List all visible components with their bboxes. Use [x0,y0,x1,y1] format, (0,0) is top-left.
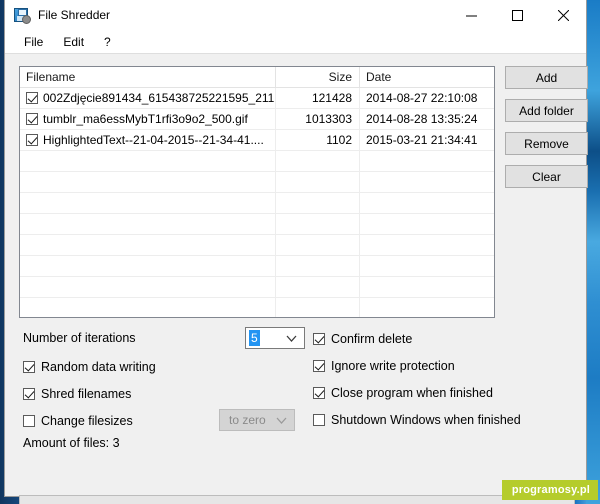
checkbox-icon [23,387,35,400]
cell-date: 2015-03-21 21:34:41 [366,132,478,147]
clear-button[interactable]: Clear [505,165,588,188]
menu-item-edit[interactable]: Edit [54,33,93,51]
checkbox-icon [313,386,325,399]
checkbox-change-filesizes[interactable]: Change filesizes to zero [23,409,295,432]
checkbox-icon[interactable] [26,134,38,146]
table-row[interactable]: HighlightedText--21-04-2015--21-34-41...… [20,129,494,151]
menu-item-file[interactable]: File [15,33,52,51]
column-header-size[interactable]: Size [276,67,360,87]
iterations-combobox[interactable]: 5 [245,327,305,349]
checkbox-icon[interactable] [26,113,38,125]
table-row-empty[interactable] [20,297,494,317]
watermark-badge: programosy.pl [501,480,598,500]
cell-size: 121428 [276,87,360,109]
checkbox-close-program-when-finished[interactable]: Close program when finished [313,381,543,404]
checkbox-label: Confirm delete [331,331,413,346]
checkbox-label: Ignore write protection [331,358,455,373]
cell-date: 2014-08-27 22:10:08 [366,90,478,105]
close-icon[interactable] [540,0,586,30]
cell-size: 1013303 [276,108,360,130]
window-title: File Shredder [38,8,111,22]
checkbox-shutdown-windows-when-finished[interactable]: Shutdown Windows when finished [313,408,543,431]
file-list-header: Filename Size Date [20,67,494,88]
checkbox-icon [313,359,325,372]
file-shredder-window: File Shredder File Edit ? Filename Size … [4,0,588,504]
filename-text: 002Zdjęcie891434_615438725221595_211... [43,90,276,105]
cell-date: 2014-08-28 13:35:24 [366,111,478,126]
cell-filename[interactable]: 002Zdjęcie891434_615438725221595_211... [20,87,276,109]
cell-filename[interactable]: HighlightedText--21-04-2015--21-34-41...… [20,129,276,151]
table-row[interactable]: tumblr_ma6essMybT1rfi3o9o2_500.gif 101330… [20,108,494,130]
cell-filename[interactable]: tumblr_ma6essMybT1rfi3o9o2_500.gif [20,108,276,130]
table-row[interactable]: 002Zdjęcie891434_615438725221595_211... 1… [20,87,494,109]
checkbox-icon [23,414,35,427]
checkbox-confirm-delete[interactable]: Confirm delete [313,327,543,350]
checkbox-ignore-write-protection[interactable]: Ignore write protection [313,354,543,377]
client-area: Filename Size Date 002Zdjęcie891434_6154… [5,54,588,504]
file-list[interactable]: Filename Size Date 002Zdjęcie891434_6154… [19,66,495,318]
side-button-group: Add Add folder Remove Clear [505,66,588,198]
add-folder-button[interactable]: Add folder [505,99,588,122]
table-row-empty[interactable] [20,255,494,277]
filename-text: HighlightedText--21-04-2015--21-34-41...… [43,132,264,147]
checkbox-icon[interactable] [26,92,38,104]
floppy-gear-icon [14,7,31,24]
checkbox-shred-filenames[interactable]: Shred filenames [23,382,293,405]
iterations-value: 5 [249,330,260,346]
chevron-down-icon [286,332,297,346]
table-row-empty[interactable] [20,213,494,235]
iterations-label: Number of iterations [23,331,136,345]
minimize-icon[interactable] [448,0,494,30]
checkbox-label: Close program when finished [331,385,493,400]
checkbox-label: Change filesizes [41,413,133,428]
menu-item-help[interactable]: ? [95,33,120,51]
desktop-right-strip [586,0,600,504]
menu-bar: File Edit ? [5,30,586,54]
table-row-empty[interactable] [20,150,494,172]
checkbox-icon [313,413,325,426]
table-row-empty[interactable] [20,234,494,256]
amount-of-files-label: Amount of files: 3 [23,436,120,450]
column-header-filename[interactable]: Filename [20,67,276,87]
maximize-icon[interactable] [494,0,540,30]
table-row-empty[interactable] [20,276,494,298]
checkbox-label: Shred filenames [41,386,132,401]
checkbox-icon [313,332,325,345]
title-bar: File Shredder [5,0,586,30]
filesize-mode-value: to zero [229,413,266,427]
table-row-empty[interactable] [20,192,494,214]
options-left-column: Number of iterations 5 Random data writi… [23,327,305,450]
progress-bar [19,495,575,504]
options-right-column: Confirm delete Ignore write protection C… [313,327,543,435]
cell-size: 1102 [276,129,360,151]
checkbox-random-data-writing[interactable]: Random data writing [23,355,293,378]
table-row-empty[interactable] [20,171,494,193]
checkbox-label: Random data writing [41,359,156,374]
filename-text: tumblr_ma6essMybT1rfi3o9o2_500.gif [43,111,248,126]
chevron-down-icon [276,414,287,428]
file-list-body[interactable]: 002Zdjęcie891434_615438725221595_211... 1… [20,87,494,317]
column-header-date[interactable]: Date [360,67,494,87]
remove-button[interactable]: Remove [505,132,588,155]
add-button[interactable]: Add [505,66,588,89]
checkbox-icon [23,360,35,373]
iterations-row: Number of iterations 5 [23,327,305,350]
checkbox-label: Shutdown Windows when finished [331,412,521,427]
filesize-mode-combobox: to zero [219,409,295,431]
window-controls [448,0,586,30]
